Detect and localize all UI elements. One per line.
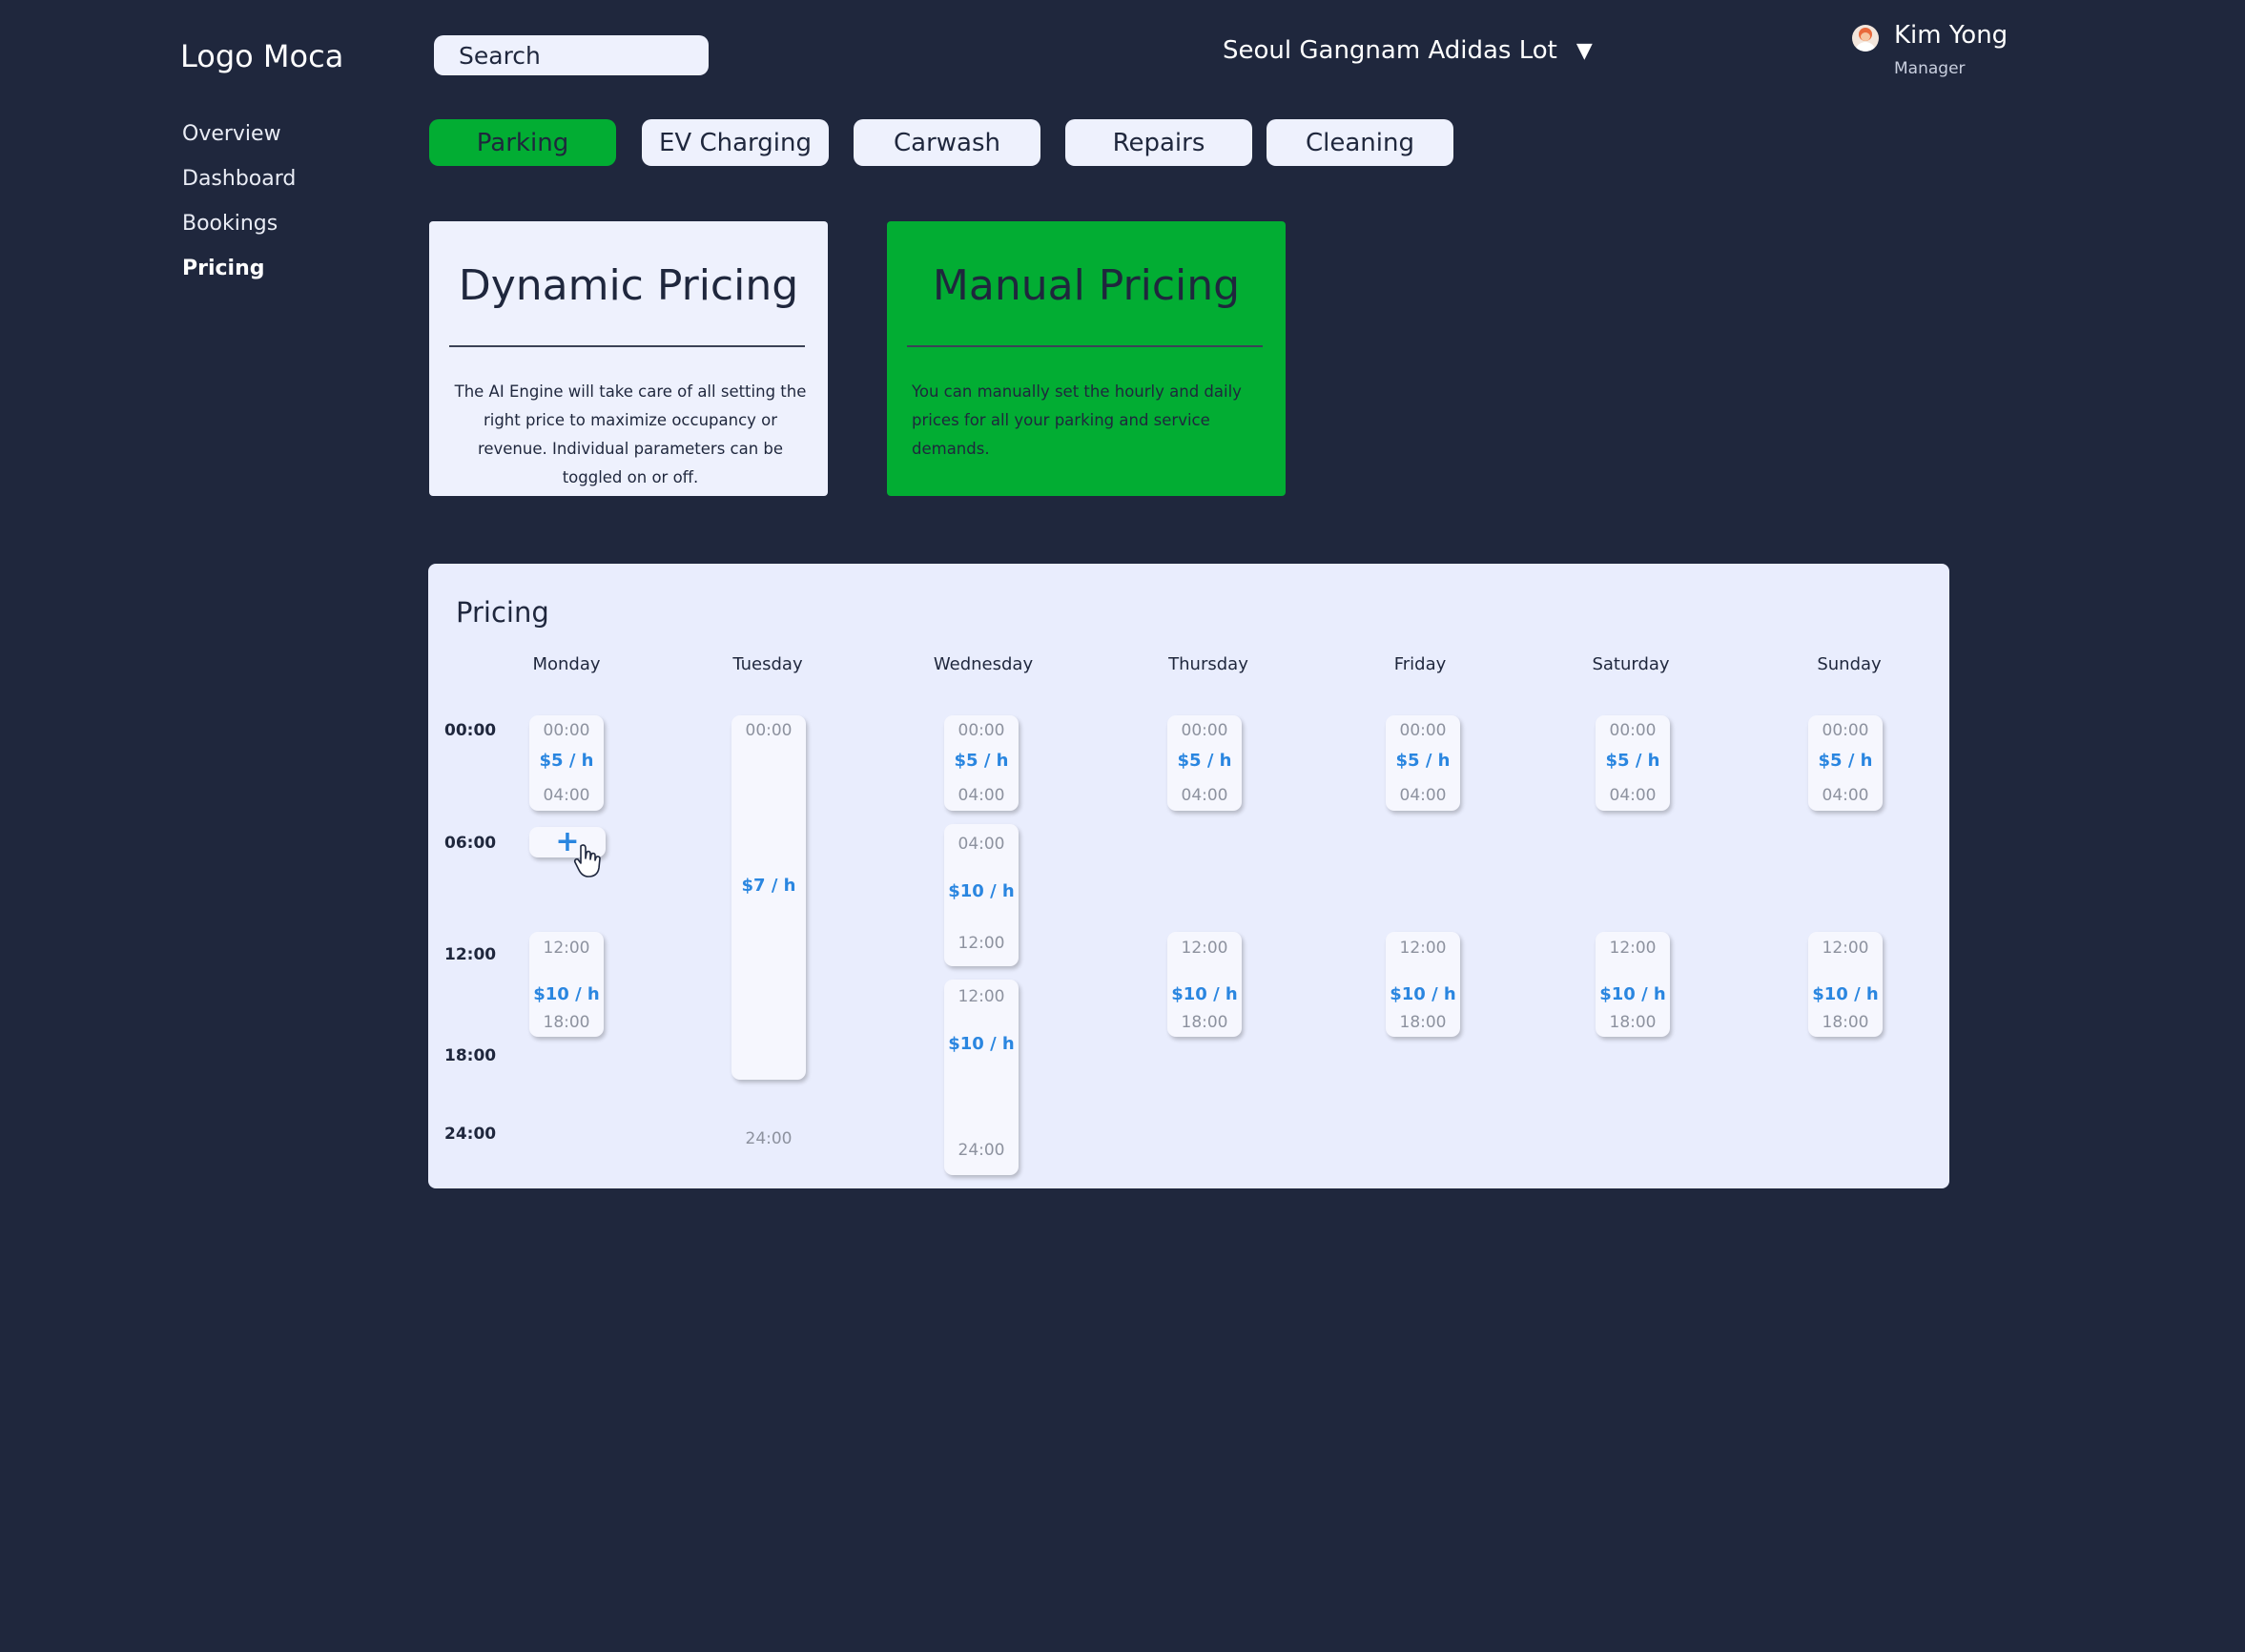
- price-slot[interactable]: 00:00 $5 / h 04:00: [529, 715, 604, 811]
- slot-price: $5 / h: [539, 751, 594, 771]
- slot-start: 00:00: [958, 721, 1005, 740]
- price-slot[interactable]: 00:00 $5 / h 04:00: [1808, 715, 1883, 811]
- slot-start: 00:00: [1181, 721, 1228, 740]
- sidebar-item-pricing[interactable]: Pricing: [182, 257, 265, 280]
- slot-end: 18:00: [1181, 1013, 1228, 1032]
- card-divider: [907, 345, 1263, 347]
- card-divider: [449, 345, 805, 347]
- slot-end: 24:00: [745, 1129, 793, 1148]
- manual-pricing-card[interactable]: Manual Pricing You can manually set the …: [887, 221, 1286, 496]
- slot-end: 18:00: [1609, 1013, 1657, 1032]
- tab-parking[interactable]: Parking: [429, 119, 616, 166]
- slot-end: 18:00: [543, 1013, 590, 1032]
- dynamic-pricing-title: Dynamic Pricing: [458, 261, 799, 310]
- slot-end: 18:00: [1399, 1013, 1447, 1032]
- slot-end: 04:00: [1399, 786, 1447, 805]
- tab-cleaning[interactable]: Cleaning: [1267, 119, 1453, 166]
- price-slot[interactable]: 04:00 $10 / h 12:00: [944, 824, 1019, 966]
- slot-start: 12:00: [1181, 939, 1228, 958]
- price-slot[interactable]: 12:00 $10 / h 18:00: [1808, 932, 1883, 1037]
- slot-price: $5 / h: [1177, 751, 1232, 771]
- slot-price: $5 / h: [954, 751, 1009, 771]
- slot-start: 12:00: [1609, 939, 1657, 958]
- price-slot[interactable]: 12:00 $10 / h 18:00: [529, 932, 604, 1037]
- price-slot[interactable]: 12:00 $10 / h 18:00: [1596, 932, 1670, 1037]
- schedule-title: Pricing: [456, 596, 549, 629]
- time-label: 24:00: [444, 1125, 497, 1144]
- hand-cursor-icon: [573, 844, 601, 878]
- user-name: Kim Yong: [1894, 21, 2008, 50]
- price-slot[interactable]: 12:00 $10 / h 24:00: [944, 980, 1019, 1175]
- location-dropdown[interactable]: Seoul Gangnam Adidas Lot ▼: [1223, 36, 1593, 65]
- slot-price: $7 / h: [741, 876, 796, 896]
- slot-end: 04:00: [958, 786, 1005, 805]
- avatar: [1852, 25, 1879, 52]
- slot-start: 00:00: [1609, 721, 1657, 740]
- slot-price: $10 / h: [948, 881, 1015, 901]
- slot-price: $10 / h: [948, 1034, 1015, 1054]
- slot-price: $10 / h: [1599, 984, 1666, 1004]
- slot-end: 04:00: [1822, 786, 1869, 805]
- user-role: Manager: [1894, 59, 1966, 78]
- day-header-tuesday: Tuesday: [732, 654, 803, 674]
- pricing-schedule-panel: Pricing Monday Tuesday Wednesday Thursda…: [428, 564, 1949, 1188]
- slot-price: $5 / h: [1395, 751, 1451, 771]
- day-header-sunday: Sunday: [1817, 654, 1882, 674]
- slot-start: 00:00: [745, 721, 793, 740]
- manual-pricing-title: Manual Pricing: [932, 261, 1241, 310]
- dynamic-pricing-description: The AI Engine will take care of all sett…: [454, 382, 807, 486]
- slot-price: $10 / h: [1390, 984, 1456, 1004]
- day-header-thursday: Thursday: [1168, 654, 1248, 674]
- slot-end: 04:00: [1609, 786, 1657, 805]
- price-slot[interactable]: 00:00 $5 / h 04:00: [1167, 715, 1242, 811]
- time-label: 06:00: [444, 834, 497, 853]
- sidebar-item-bookings[interactable]: Bookings: [182, 212, 278, 236]
- tab-carwash[interactable]: Carwash: [854, 119, 1040, 166]
- slot-price: $10 / h: [1171, 984, 1238, 1004]
- price-slot[interactable]: 00:00 $7 / h 24:00: [731, 715, 806, 1148]
- slot-start: 00:00: [1822, 721, 1869, 740]
- manual-pricing-description: You can manually set the hourly and dail…: [912, 382, 1242, 458]
- slot-price: $5 / h: [1818, 751, 1873, 771]
- price-slot[interactable]: 12:00 $10 / h 18:00: [1167, 932, 1242, 1037]
- slot-start: 12:00: [1822, 939, 1869, 958]
- dropdown-caret-icon: ▼: [1576, 38, 1593, 63]
- slot-end: 24:00: [958, 1141, 1005, 1160]
- day-header-wednesday: Wednesday: [933, 654, 1034, 674]
- tab-repairs[interactable]: Repairs: [1065, 119, 1252, 166]
- sidebar-item-dashboard[interactable]: Dashboard: [182, 167, 296, 191]
- slot-start: 12:00: [1399, 939, 1447, 958]
- time-label: 00:00: [444, 721, 497, 740]
- slot-end: 04:00: [1181, 786, 1228, 805]
- app-logo[interactable]: Logo Moca: [180, 38, 343, 74]
- time-label: 12:00: [444, 945, 497, 964]
- time-label: 18:00: [444, 1046, 497, 1065]
- slot-end: 04:00: [543, 786, 590, 805]
- location-label: Seoul Gangnam Adidas Lot: [1223, 36, 1557, 65]
- slot-start: 00:00: [1399, 721, 1447, 740]
- slot-start: 12:00: [958, 987, 1005, 1006]
- slot-price: $10 / h: [1812, 984, 1879, 1004]
- price-slot[interactable]: 00:00 $5 / h 04:00: [1596, 715, 1670, 811]
- price-slot[interactable]: 00:00 $5 / h 04:00: [944, 715, 1019, 811]
- sidebar-item-overview[interactable]: Overview: [182, 122, 281, 146]
- price-slot[interactable]: 12:00 $10 / h 18:00: [1386, 932, 1460, 1037]
- day-header-monday: Monday: [532, 654, 601, 674]
- search-input[interactable]: [434, 35, 709, 75]
- slot-start: 04:00: [958, 835, 1005, 854]
- day-header-saturday: Saturday: [1592, 654, 1670, 674]
- slot-price: $5 / h: [1605, 751, 1660, 771]
- day-header-friday: Friday: [1393, 654, 1447, 674]
- slot-start: 12:00: [543, 939, 590, 958]
- dynamic-pricing-card[interactable]: Dynamic Pricing The AI Engine will take …: [429, 221, 828, 496]
- slot-end: 18:00: [1822, 1013, 1869, 1032]
- slot-end: 12:00: [958, 934, 1005, 953]
- slot-start: 00:00: [543, 721, 590, 740]
- slot-price: $10 / h: [533, 984, 600, 1004]
- tab-ev-charging[interactable]: EV Charging: [642, 119, 829, 166]
- price-slot[interactable]: 00:00 $5 / h 04:00: [1386, 715, 1460, 811]
